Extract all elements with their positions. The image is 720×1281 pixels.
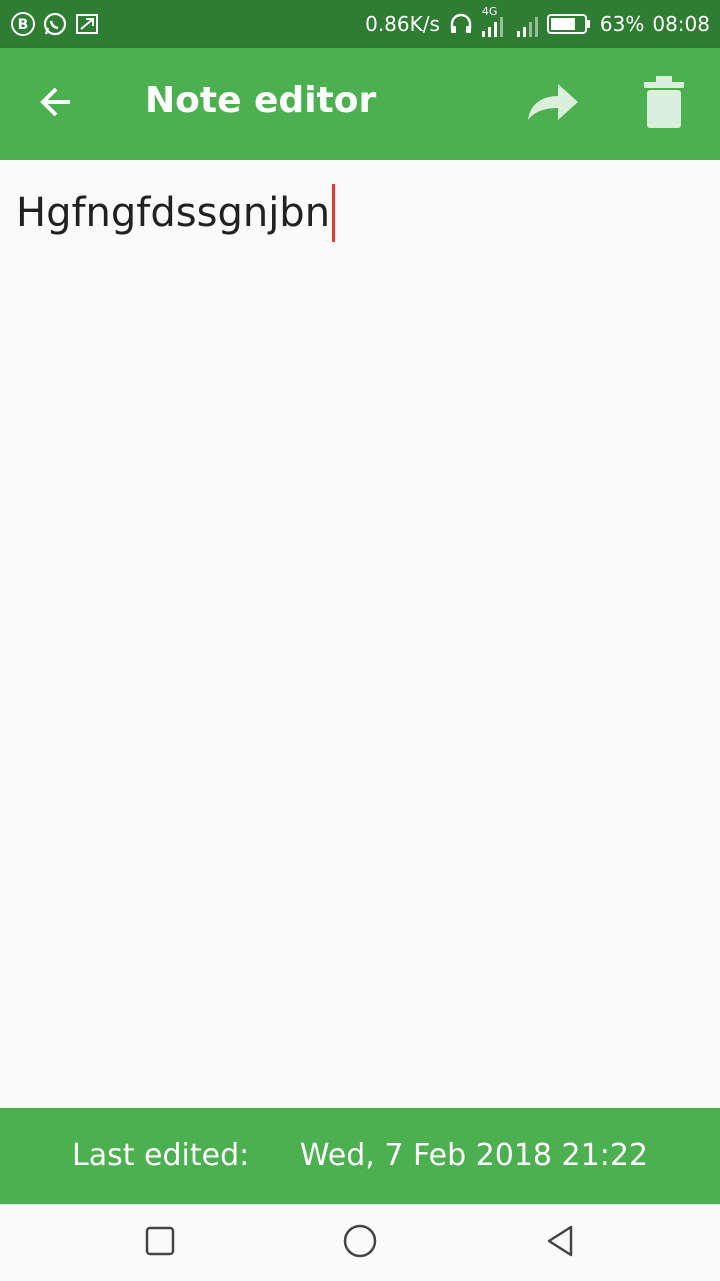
app-bar: Note editor: [0, 48, 720, 160]
bubble-icon: B: [10, 11, 36, 37]
network-speed: 0.86K/s: [365, 12, 440, 36]
note-text: Hgfngfdssgnjbn: [16, 190, 331, 236]
note-editor-area[interactable]: Hgfngfdssgnjbn: [0, 160, 720, 1108]
recent-apps-icon: [144, 1225, 176, 1261]
whatsapp-icon: [42, 11, 68, 37]
share-icon: [524, 80, 580, 128]
last-edited-label: Last edited:: [72, 1138, 250, 1173]
headphones-icon: [448, 11, 474, 37]
system-nav-bar: [0, 1204, 720, 1281]
battery-icon: [546, 11, 592, 37]
status-bar: B 0.86K/s 4G 63% 08:08: [0, 0, 720, 48]
system-back-button[interactable]: [536, 1219, 584, 1267]
delete-button[interactable]: [628, 72, 700, 136]
recent-apps-button[interactable]: [136, 1219, 184, 1267]
battery-percent: 63%: [599, 12, 645, 36]
home-button[interactable]: [336, 1219, 384, 1267]
text-cursor: [332, 184, 336, 242]
status-left-icons: B: [10, 11, 100, 37]
back-icon: [543, 1224, 577, 1262]
last-edited-footer: Last edited: Wed, 7 Feb 2018 21:22: [0, 1108, 720, 1204]
trash-icon: [642, 76, 686, 132]
screenshot-icon: [74, 11, 100, 37]
home-icon: [342, 1223, 378, 1263]
clock: 08:08: [652, 12, 710, 36]
note-text-field[interactable]: Hgfngfdssgnjbn: [16, 184, 336, 242]
back-button[interactable]: [24, 76, 88, 132]
last-edited-date: Wed, 7 Feb 2018 21:22: [299, 1138, 648, 1173]
page-title: Note editor: [145, 80, 377, 121]
network-type: 4G: [481, 5, 498, 18]
svg-text:B: B: [18, 17, 29, 33]
signal-icon: 4G: [481, 5, 538, 37]
arrow-left-icon: [36, 82, 76, 126]
share-button[interactable]: [516, 72, 588, 136]
status-right: 0.86K/s 4G 63% 08:08: [365, 5, 710, 37]
